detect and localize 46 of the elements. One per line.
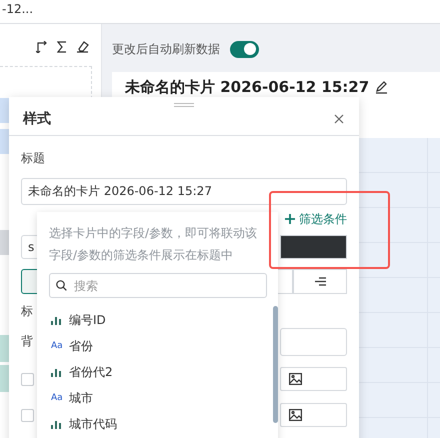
search-icon: [56, 280, 67, 291]
title-input[interactable]: 未命名的卡片 2026-06-12 15:27: [21, 178, 347, 205]
value-field[interactable]: [280, 328, 347, 356]
close-button[interactable]: [333, 113, 345, 125]
pencil-icon: [375, 81, 388, 94]
field-item[interactable]: Aa 城市: [49, 385, 267, 411]
sum-icon: [57, 41, 67, 53]
field-item[interactable]: 城市代码: [49, 411, 267, 437]
plus-icon: [285, 214, 295, 224]
text-type-label: Aa: [51, 393, 63, 403]
field-tag[interactable]: [0, 365, 9, 392]
axis-icon: [36, 41, 48, 53]
drag-handle[interactable]: [174, 103, 194, 107]
field-row[interactable]: [0, 129, 9, 154]
panel-title: 样式: [23, 110, 51, 128]
text-type-label: Aa: [51, 341, 63, 351]
checkbox[interactable]: [21, 408, 34, 422]
picker-hint: 选择卡片中的字段/参数，即可将联动该字段/参数的筛选条件展示在标题中: [49, 225, 258, 264]
header-title: -12...: [2, 2, 34, 16]
image-icon: [289, 373, 302, 385]
field-label: 标: [21, 303, 33, 320]
field-row[interactable]: [0, 230, 9, 255]
field-tag[interactable]: [0, 335, 9, 362]
auto-refresh-label: 更改后自动刷新数据: [112, 40, 220, 58]
image-button[interactable]: [280, 367, 347, 391]
field-row[interactable]: [0, 98, 9, 123]
field-label: 背: [21, 333, 33, 350]
add-filter-button[interactable]: 筛选条件: [285, 210, 347, 228]
field-item[interactable]: Aa 省份: [49, 333, 267, 359]
checkbox[interactable]: [21, 372, 34, 386]
field-label: 标题: [21, 150, 46, 167]
align-button[interactable]: [293, 268, 347, 294]
field-item[interactable]: 编号ID: [49, 307, 267, 333]
align-right-icon: [314, 276, 326, 286]
image-icon: [289, 409, 302, 421]
scrollbar[interactable]: [273, 306, 278, 423]
field-item[interactable]: 省份代2: [49, 359, 267, 385]
color-swatch[interactable]: [280, 235, 347, 259]
auto-refresh-toggle[interactable]: [230, 40, 259, 58]
bar-chart-icon: [51, 368, 63, 376]
bar-chart-icon: [51, 420, 63, 428]
eraser-icon: [76, 41, 89, 53]
bar-chart-icon: [51, 316, 63, 324]
image-button[interactable]: [280, 403, 347, 427]
card-title: 未命名的卡片 2026-06-12 15:27: [125, 78, 370, 97]
search-field[interactable]: 搜索: [49, 273, 267, 298]
